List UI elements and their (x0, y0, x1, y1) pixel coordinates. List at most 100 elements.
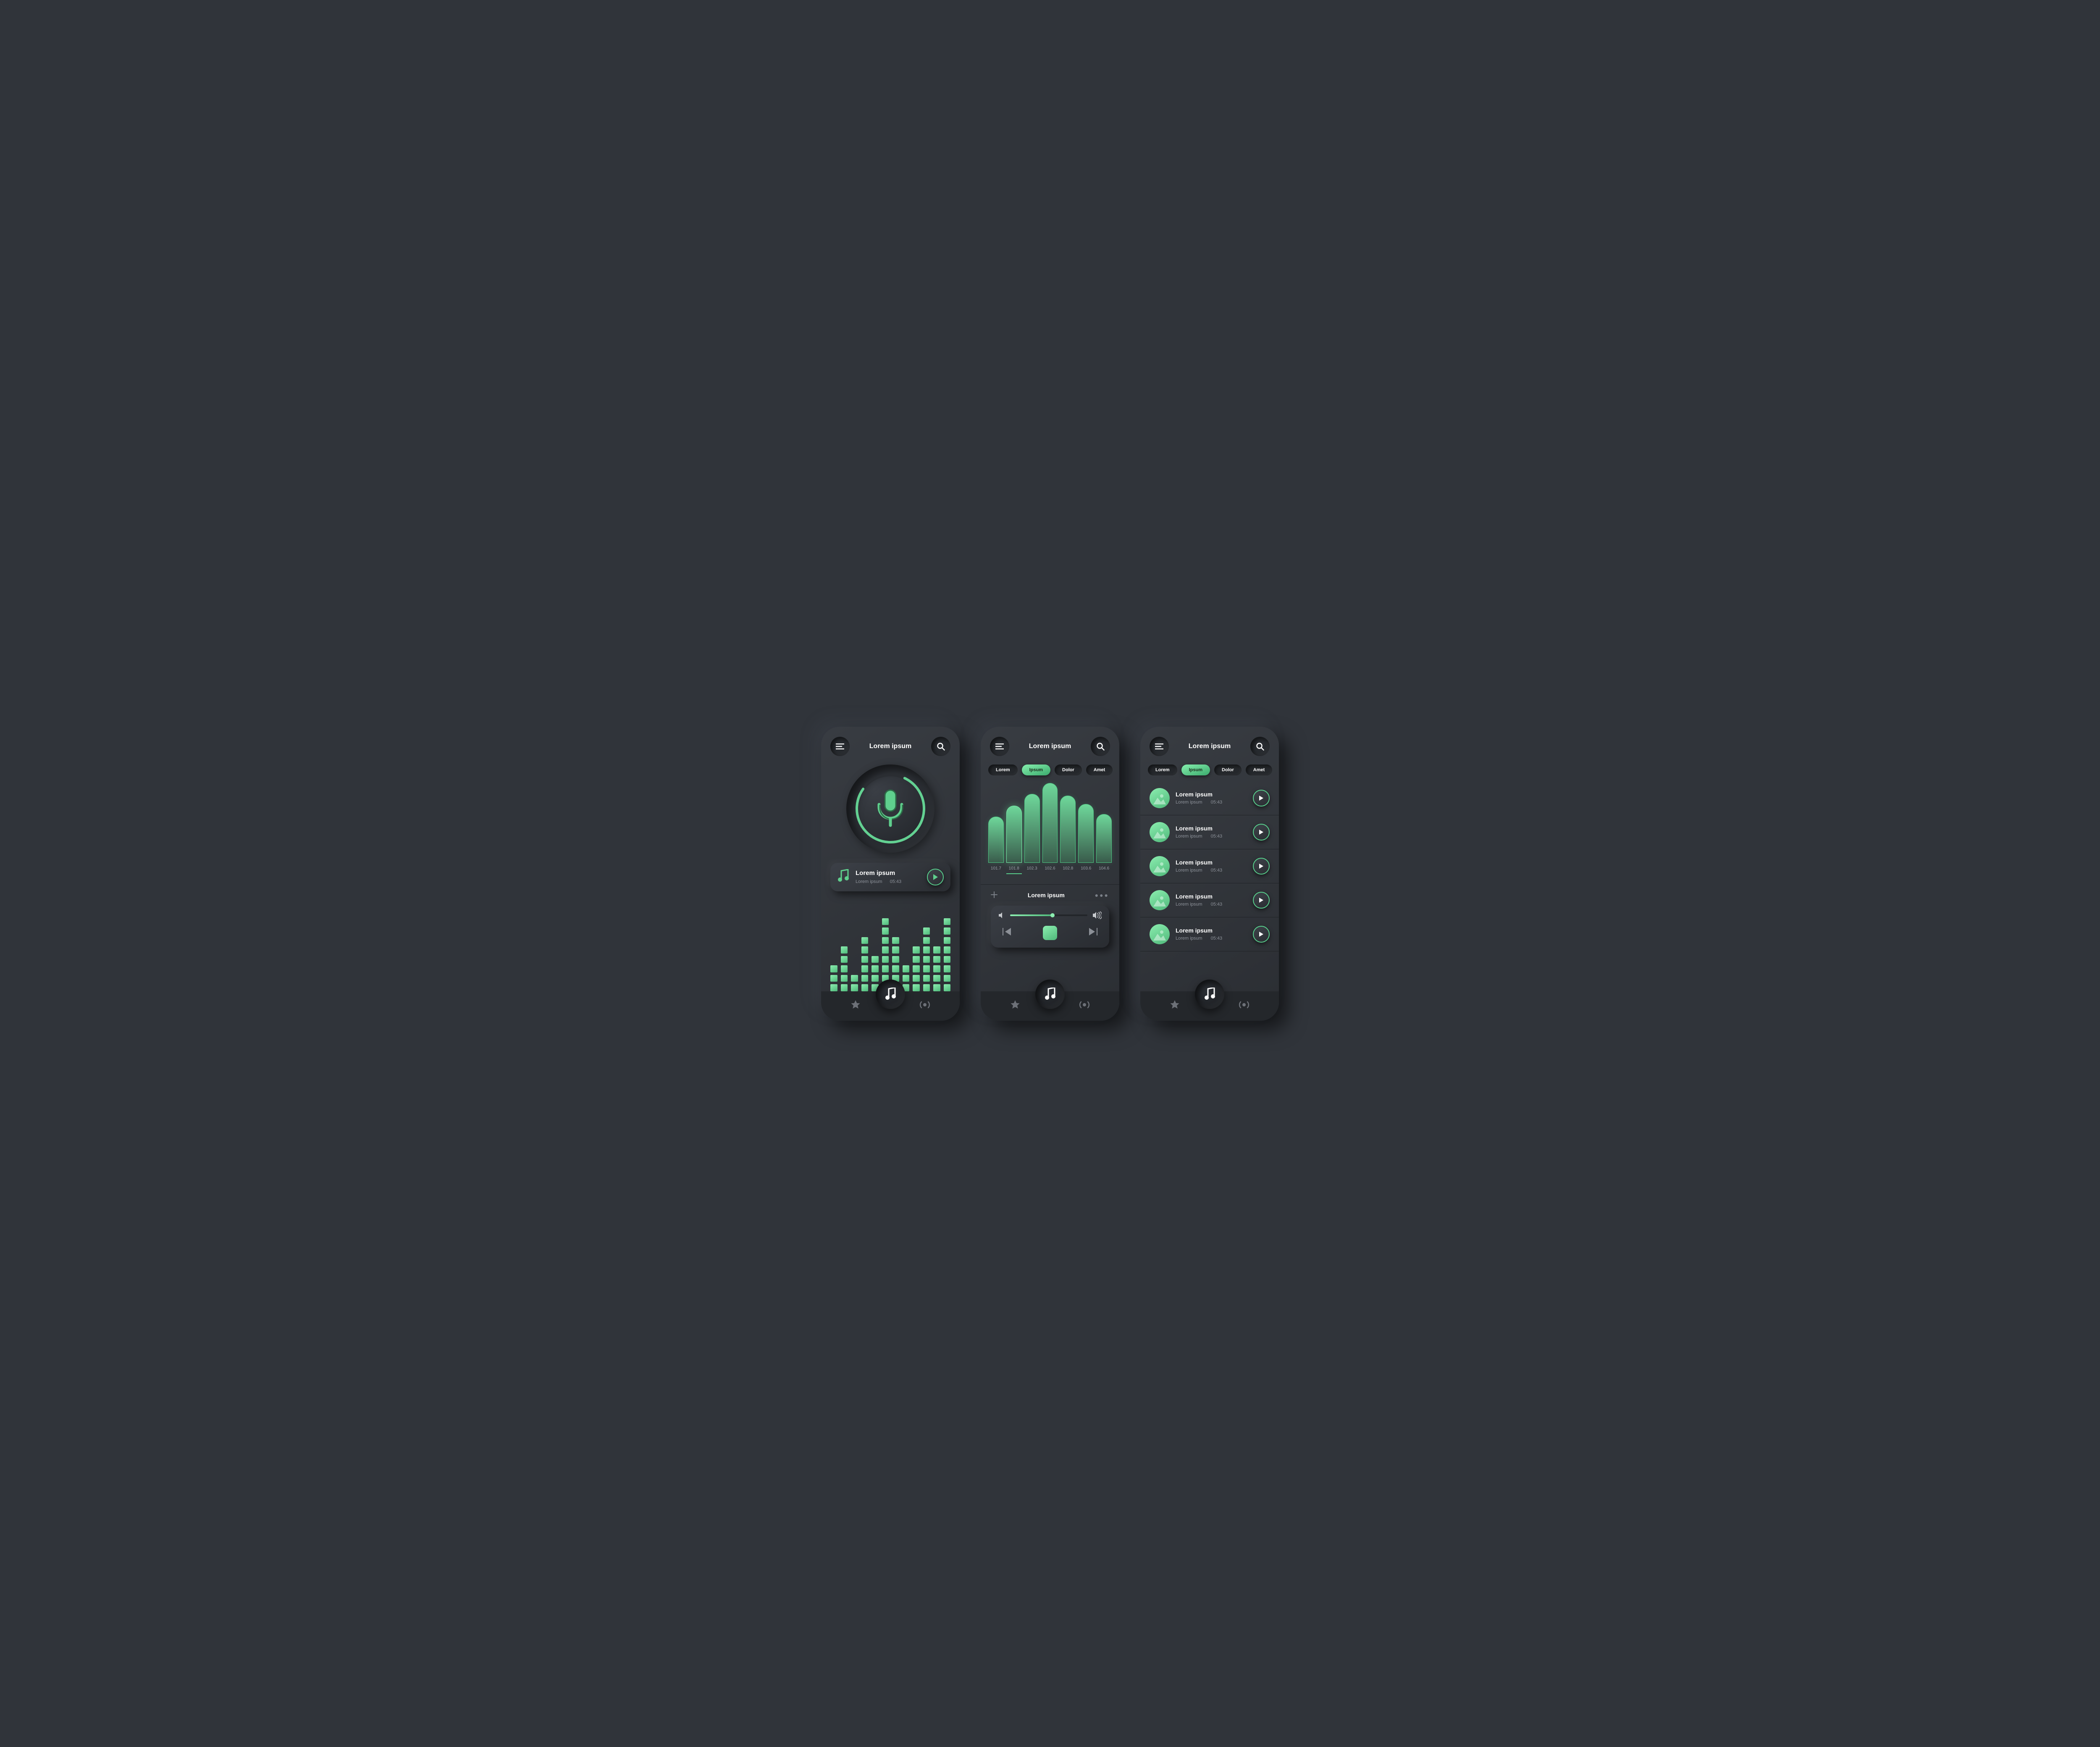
now-playing-title: Lorem ipsum (856, 870, 921, 877)
track-thumbnail (1150, 822, 1170, 842)
track-row[interactable]: Lorem ipsumLorem ipsum05:43 (1140, 849, 1279, 883)
tab-lorem[interactable]: Lorem (1148, 764, 1177, 775)
header-title: Lorem ipsum (869, 743, 911, 750)
transport-controls (998, 926, 1102, 940)
tab-lorem[interactable]: Lorem (988, 764, 1018, 775)
eq-column (913, 946, 920, 991)
record-area (821, 760, 960, 863)
nav-favorites[interactable] (850, 999, 861, 1012)
play-button[interactable] (1253, 926, 1270, 943)
track-title: Lorem ipsum (1176, 791, 1247, 798)
more-button[interactable]: ●●● (1095, 892, 1109, 898)
music-note-icon (1044, 988, 1056, 1001)
play-button[interactable] (1253, 824, 1270, 841)
header-title: Lorem ipsum (1029, 743, 1071, 750)
frequency-bar[interactable] (1060, 796, 1076, 863)
track-time: 05:43 (1211, 868, 1223, 873)
bottom-nav (1140, 991, 1279, 1021)
track-title: Lorem ipsum (1176, 893, 1247, 900)
track-time: 05:43 (1211, 800, 1223, 805)
tab-dolor[interactable]: Dolor (1055, 764, 1082, 775)
frequency-bar[interactable] (1024, 794, 1040, 863)
track-info: Lorem ipsumLorem ipsum05:43 (1176, 791, 1247, 805)
menu-icon (1155, 743, 1163, 749)
nav-broadcast[interactable] (1238, 1001, 1250, 1011)
track-subtitle: Lorem ipsum (1176, 936, 1202, 941)
volume-slider[interactable] (1010, 914, 1087, 916)
track-row[interactable]: Lorem ipsumLorem ipsum05:43 (1140, 917, 1279, 951)
search-button[interactable] (1091, 737, 1110, 756)
track-subtitle: Lorem ipsum (1176, 868, 1202, 873)
chart-bars[interactable] (984, 783, 1116, 863)
volume-low-icon (998, 912, 1005, 918)
frequency-label: 103.6 (1078, 866, 1094, 871)
frequency-bar[interactable] (1006, 806, 1022, 863)
nav-broadcast[interactable] (1079, 1001, 1090, 1011)
play-button[interactable] (1253, 858, 1270, 875)
screen-playlist: Lorem ipsum Lorem Ipsum Dolor Amet Lorem ip… (1140, 727, 1279, 1021)
tab-ipsum[interactable]: Ipsum (1022, 764, 1050, 775)
next-button[interactable] (1089, 928, 1097, 938)
stop-button[interactable] (1043, 926, 1057, 940)
tab-amet[interactable]: Amet (1086, 764, 1113, 775)
tab-dolor[interactable]: Dolor (1214, 764, 1242, 775)
track-subtitle: Lorem ipsum (1176, 834, 1202, 839)
search-icon (937, 742, 945, 751)
nav-broadcast[interactable] (919, 1001, 931, 1011)
track-row[interactable]: Lorem ipsumLorem ipsum05:43 (1140, 883, 1279, 917)
record-button[interactable] (846, 764, 934, 853)
play-button[interactable] (1253, 892, 1270, 909)
now-playing-card[interactable]: Lorem ipsum Lorem ipsum 05:43 (830, 863, 950, 891)
search-button[interactable] (931, 737, 950, 756)
play-icon (1259, 931, 1264, 937)
header-title: Lorem ipsum (1189, 743, 1231, 750)
track-time: 05:43 (1211, 936, 1223, 941)
image-icon (1153, 894, 1166, 906)
frequency-label: 101.8 (1006, 866, 1022, 871)
add-button[interactable] (991, 891, 998, 900)
frequency-label: 104.6 (1096, 866, 1112, 871)
volume-fill (1010, 914, 1053, 916)
track-title: Lorem ipsum (1176, 825, 1247, 832)
bottom-nav (821, 991, 960, 1021)
frequency-bar[interactable] (1096, 814, 1112, 863)
track-info: Lorem ipsumLorem ipsum05:43 (1176, 859, 1247, 873)
play-icon (1259, 897, 1264, 903)
previous-button[interactable] (1003, 928, 1011, 938)
frequency-bar[interactable] (1042, 783, 1058, 863)
play-button[interactable] (1253, 790, 1270, 807)
tab-ipsum[interactable]: Ipsum (1181, 764, 1210, 775)
track-row[interactable]: Lorem ipsumLorem ipsum05:43 (1140, 815, 1279, 849)
nav-favorites[interactable] (1010, 999, 1021, 1012)
menu-button[interactable] (990, 737, 1009, 756)
track-info: Lorem ipsumLorem ipsum05:43 (1176, 927, 1247, 941)
menu-button[interactable] (1150, 737, 1169, 756)
menu-button[interactable] (830, 737, 850, 756)
frequency-label: 102.3 (1024, 866, 1040, 871)
volume-knob[interactable] (1050, 913, 1055, 917)
nav-music[interactable] (1195, 980, 1224, 1009)
frequency-label: 101.7 (988, 866, 1004, 871)
track-time: 05:43 (1211, 902, 1223, 907)
tab-amet[interactable]: Amet (1246, 764, 1273, 775)
track-list[interactable]: Lorem ipsum Lorem ipsum 05:43 Lorem ipsum Lo… (1140, 781, 1279, 991)
image-icon (1153, 860, 1166, 872)
plus-icon (991, 891, 998, 898)
player-controls (991, 906, 1109, 948)
search-button[interactable] (1250, 737, 1270, 756)
play-icon (1259, 863, 1264, 869)
music-note-icon (1203, 988, 1216, 1001)
track-thumbnail (1150, 924, 1170, 944)
player: Lorem ipsum ●●● (981, 885, 1119, 952)
eq-column (923, 927, 930, 991)
nav-music[interactable] (1035, 980, 1065, 1009)
screen-recorder: Lorem ipsum (821, 727, 960, 1021)
play-button[interactable] (927, 869, 944, 885)
nav-music[interactable] (876, 980, 905, 1009)
track-thumbnail (1150, 788, 1170, 808)
frequency-bar[interactable] (1078, 804, 1094, 863)
track-row[interactable]: Lorem ipsumLorem ipsum05:43 (1140, 781, 1279, 815)
frequency-bar[interactable] (988, 817, 1004, 863)
nav-favorites[interactable] (1169, 999, 1180, 1012)
search-icon (1256, 742, 1264, 751)
